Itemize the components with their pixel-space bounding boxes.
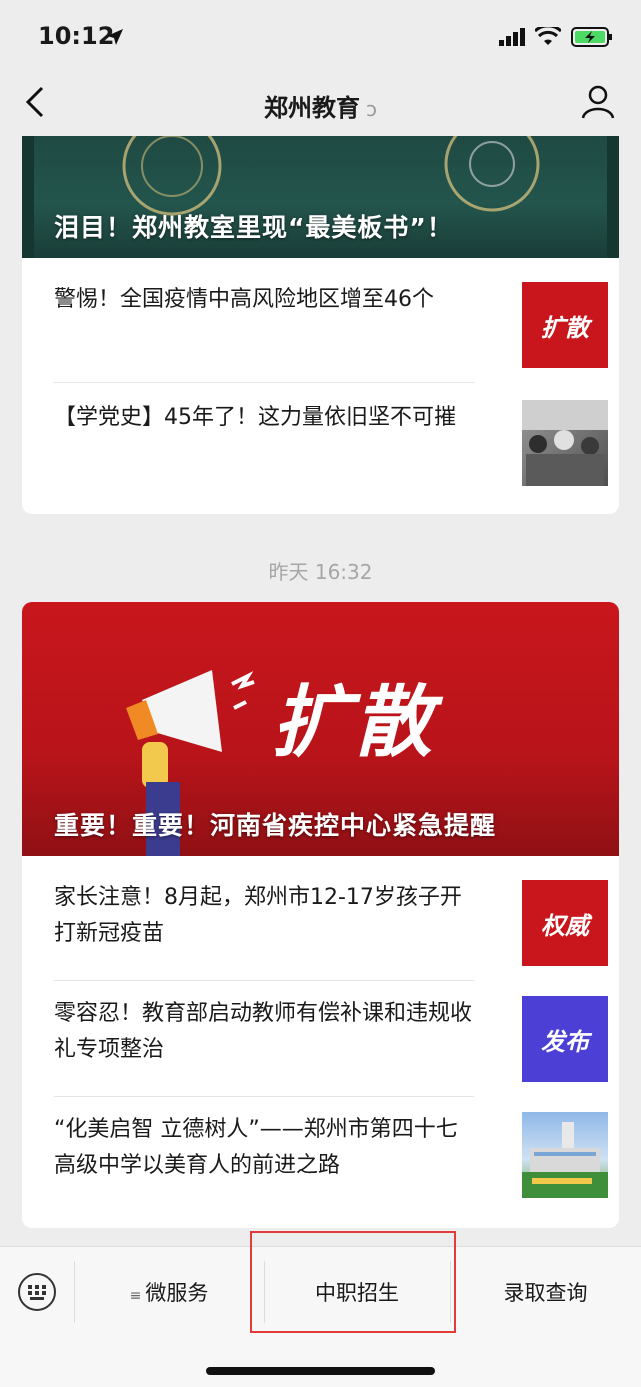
- article-thumbnail: [522, 1112, 608, 1198]
- divider: [54, 1096, 474, 1097]
- profile-icon[interactable]: [581, 84, 615, 120]
- divider: [54, 980, 474, 981]
- status-time: 10:12: [38, 22, 115, 50]
- location-arrow-icon: [107, 29, 123, 45]
- keyboard-icon: [28, 1285, 46, 1300]
- menu-admission-query[interactable]: 录取查询: [450, 1277, 641, 1307]
- hero-caption: 泪目！郑州教室里现“最美板书”！: [54, 213, 453, 242]
- status-bar: 10:12: [0, 0, 641, 70]
- article-thumbnail: 权威: [522, 880, 608, 966]
- page-title: 郑州教育 ↄ: [0, 88, 641, 123]
- hero-caption: 重要！重要！河南省疾控中心紧急提醒: [54, 811, 497, 840]
- wifi-icon: [535, 27, 561, 45]
- menu-micro-service[interactable]: ≡ 微服务: [74, 1277, 264, 1307]
- account-name: 郑州教育: [264, 94, 360, 122]
- article-thumbnail: 扩散: [522, 282, 608, 368]
- submenu-icon: ≡: [129, 1288, 142, 1304]
- message-timestamp: 昨天 16:32: [268, 560, 373, 584]
- divider: [54, 382, 474, 383]
- signal-icon: [499, 28, 525, 46]
- hero-image-spread[interactable]: 扩散 重要！重要！河南省疾控中心紧急提醒: [22, 602, 619, 856]
- article-title: 警惕！全国疫情中高风险地区增至46个: [54, 287, 434, 312]
- article-title: 零容忍！教育部启动教师有偿补课和违规收礼专项整治: [54, 1001, 473, 1062]
- thumbnail-label: 扩散: [541, 313, 589, 342]
- menu-label: 录取查询: [503, 1281, 588, 1305]
- article-card-1: 泪目！郑州教室里现“最美板书”！ 警惕！全国疫情中高风险地区增至46个 扩散 【…: [22, 136, 619, 514]
- hero-image-classroom[interactable]: 泪目！郑州教室里现“最美板书”！: [22, 136, 619, 258]
- article-title: 家长注意！8月起，郑州市12-17岁孩子开打新冠疫苗: [54, 885, 462, 946]
- article-card-2: 扩散 重要！重要！河南省疾控中心紧急提醒 家长注意！8月起，郑州市12-17岁孩…: [22, 602, 619, 1228]
- list-item[interactable]: 警惕！全国疫情中高风险地区增至46个 扩散: [54, 282, 608, 398]
- battery-charging-icon: [571, 27, 612, 47]
- list-item[interactable]: 家长注意！8月起，郑州市12-17岁孩子开打新冠疫苗 权威: [54, 880, 608, 996]
- keyboard-toggle-button[interactable]: [18, 1273, 56, 1311]
- thumbnail-label: 发布: [541, 1027, 589, 1056]
- article-thumbnail: [522, 400, 608, 486]
- menu-label: 微服务: [145, 1281, 209, 1305]
- article-title: 【学党史】45年了！这力量依旧坚不可摧: [54, 405, 456, 430]
- list-item[interactable]: “化美启智 立德树人”——郑州市第四十七高级中学以美育人的前进之路: [54, 1112, 608, 1228]
- thumbnail-label: 权威: [541, 911, 589, 940]
- hero-headline: 扩散: [272, 678, 437, 768]
- status-indicators: [499, 26, 613, 48]
- nav-bar: 郑州教育 ↄ: [0, 70, 641, 136]
- home-indicator[interactable]: [206, 1367, 435, 1375]
- highlight-box: [250, 1231, 456, 1333]
- school-building-image: [522, 1122, 608, 1198]
- bottom-menu-bar: ≡ 微服务 中职招生 录取查询: [0, 1231, 641, 1387]
- article-title: “化美启智 立德树人”——郑州市第四十七高级中学以美育人的前进之路: [54, 1117, 458, 1178]
- article-thumbnail: 发布: [522, 996, 608, 1082]
- list-item[interactable]: 【学党史】45年了！这力量依旧坚不可摧: [54, 400, 608, 514]
- ear-icon[interactable]: ↄ: [366, 97, 377, 121]
- crowd-photo-image: [522, 400, 608, 486]
- list-item[interactable]: 零容忍！教育部启动教师有偿补课和违规收礼专项整治 发布: [54, 996, 608, 1112]
